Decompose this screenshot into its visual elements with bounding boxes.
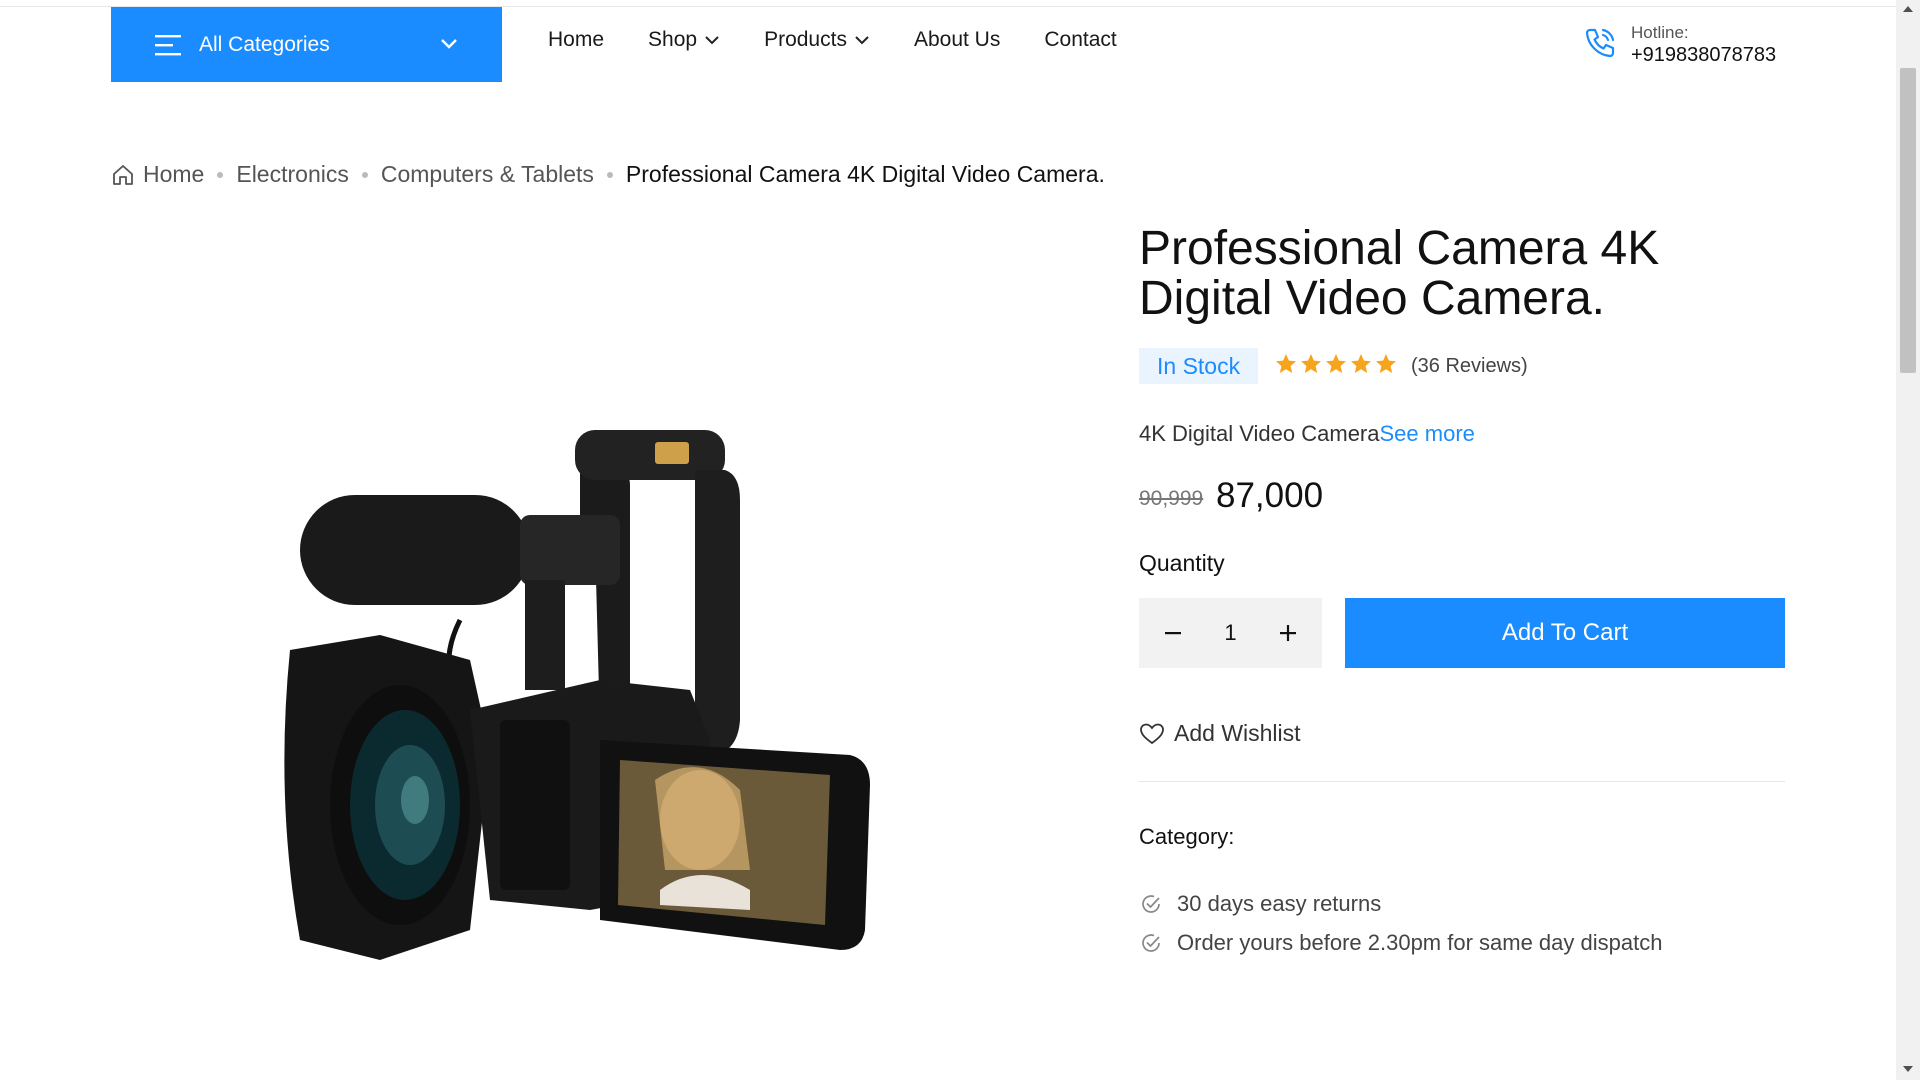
nav-shop[interactable]: Shop	[648, 28, 720, 52]
check-circle-icon	[1142, 934, 1160, 952]
nav-home[interactable]: Home	[548, 28, 604, 52]
breadcrumb-separator	[361, 171, 368, 178]
page-scrollbar[interactable]	[1896, 0, 1920, 1080]
home-icon[interactable]	[111, 163, 135, 187]
add-wishlist-label: Add Wishlist	[1174, 720, 1301, 746]
review-count[interactable]: (36 Reviews)	[1411, 355, 1528, 378]
feature-text: Order yours before 2.30pm for same day d…	[1177, 930, 1663, 955]
nav-home-label: Home	[548, 28, 605, 51]
scroll-thumb[interactable]	[1900, 68, 1916, 373]
all-categories-button[interactable]: All Categories	[111, 7, 502, 82]
scroll-down-arrow-icon[interactable]	[1903, 1066, 1913, 1072]
section-divider	[1139, 781, 1785, 782]
minus-icon[interactable]	[1159, 619, 1187, 647]
breadcrumb: Home Electronics Computers & Tablets Pro…	[111, 161, 1105, 188]
nav-about-us[interactable]: About Us	[914, 28, 1000, 52]
hotline-text: Hotline: +919838078783	[1631, 24, 1776, 68]
breadcrumb-home[interactable]: Home	[143, 161, 204, 188]
add-to-cart-button[interactable]: Add To Cart	[1345, 598, 1785, 668]
breadcrumb-electronics[interactable]: Electronics	[236, 161, 348, 188]
see-more-link[interactable]: See more	[1380, 421, 1475, 446]
quantity-input[interactable]	[1210, 620, 1251, 646]
quantity-stepper	[1139, 598, 1322, 668]
hotline[interactable]: Hotline: +919838078783	[1583, 24, 1776, 68]
star-rating	[1274, 352, 1399, 376]
chevron-down-icon	[855, 36, 869, 45]
breadcrumb-computers-tablets[interactable]: Computers & Tablets	[381, 161, 594, 188]
plus-icon[interactable]	[1274, 619, 1302, 647]
old-price: 90,999	[1139, 487, 1204, 510]
short-description: 4K Digital Video CameraSee more	[1139, 421, 1475, 447]
feature-item: 30 days easy returns	[1139, 891, 1381, 917]
all-categories-label: All Categories	[199, 32, 330, 56]
heart-icon	[1140, 723, 1164, 744]
star-icon	[1276, 354, 1296, 373]
quantity-label: Quantity	[1139, 550, 1225, 576]
feature-item: Order yours before 2.30pm for same day d…	[1139, 930, 1662, 956]
short-description-text: 4K Digital Video Camera	[1139, 421, 1380, 446]
chevron-down-icon	[441, 39, 457, 49]
product-title: Professional Camera 4K Digital Video Cam…	[1139, 222, 1660, 325]
breadcrumb-current: Professional Camera 4K Digital Video Cam…	[625, 161, 1105, 187]
breadcrumb-separator	[606, 171, 613, 178]
menu-icon	[155, 34, 181, 55]
nav-contact[interactable]: Contact	[1044, 28, 1116, 52]
main-nav: Home Shop Products About Us Contact	[548, 28, 1161, 52]
add-to-cart-label: Add To Cart	[1501, 619, 1629, 646]
star-icon	[1326, 354, 1346, 373]
scroll-up-arrow-icon[interactable]	[1903, 6, 1913, 12]
star-icon	[1376, 354, 1396, 373]
nav-products[interactable]: Products	[764, 28, 870, 52]
hotline-label: Hotline:	[1631, 23, 1689, 42]
product-image[interactable]	[270, 420, 870, 1000]
check-circle-icon	[1142, 895, 1160, 913]
hotline-number[interactable]: +919838078783	[1631, 42, 1776, 68]
star-icon	[1301, 354, 1321, 373]
chevron-down-icon	[705, 36, 719, 45]
feature-text: 30 days easy returns	[1177, 891, 1382, 916]
star-icon	[1351, 354, 1371, 373]
nav-about-us-label: About Us	[913, 28, 1001, 51]
nav-contact-label: Contact	[1044, 28, 1117, 51]
add-wishlist-button[interactable]: Add Wishlist	[1139, 720, 1301, 747]
current-price: 87,000	[1216, 476, 1324, 515]
breadcrumb-separator	[217, 171, 224, 178]
product-page: All Categories Home Shop Products About …	[0, 0, 1920, 1080]
phone-icon	[1585, 28, 1615, 58]
category-label: Category:	[1139, 824, 1235, 849]
nav-shop-label: Shop	[648, 28, 698, 51]
stock-badge: In Stock	[1139, 348, 1259, 384]
nav-products-label: Products	[764, 28, 847, 51]
